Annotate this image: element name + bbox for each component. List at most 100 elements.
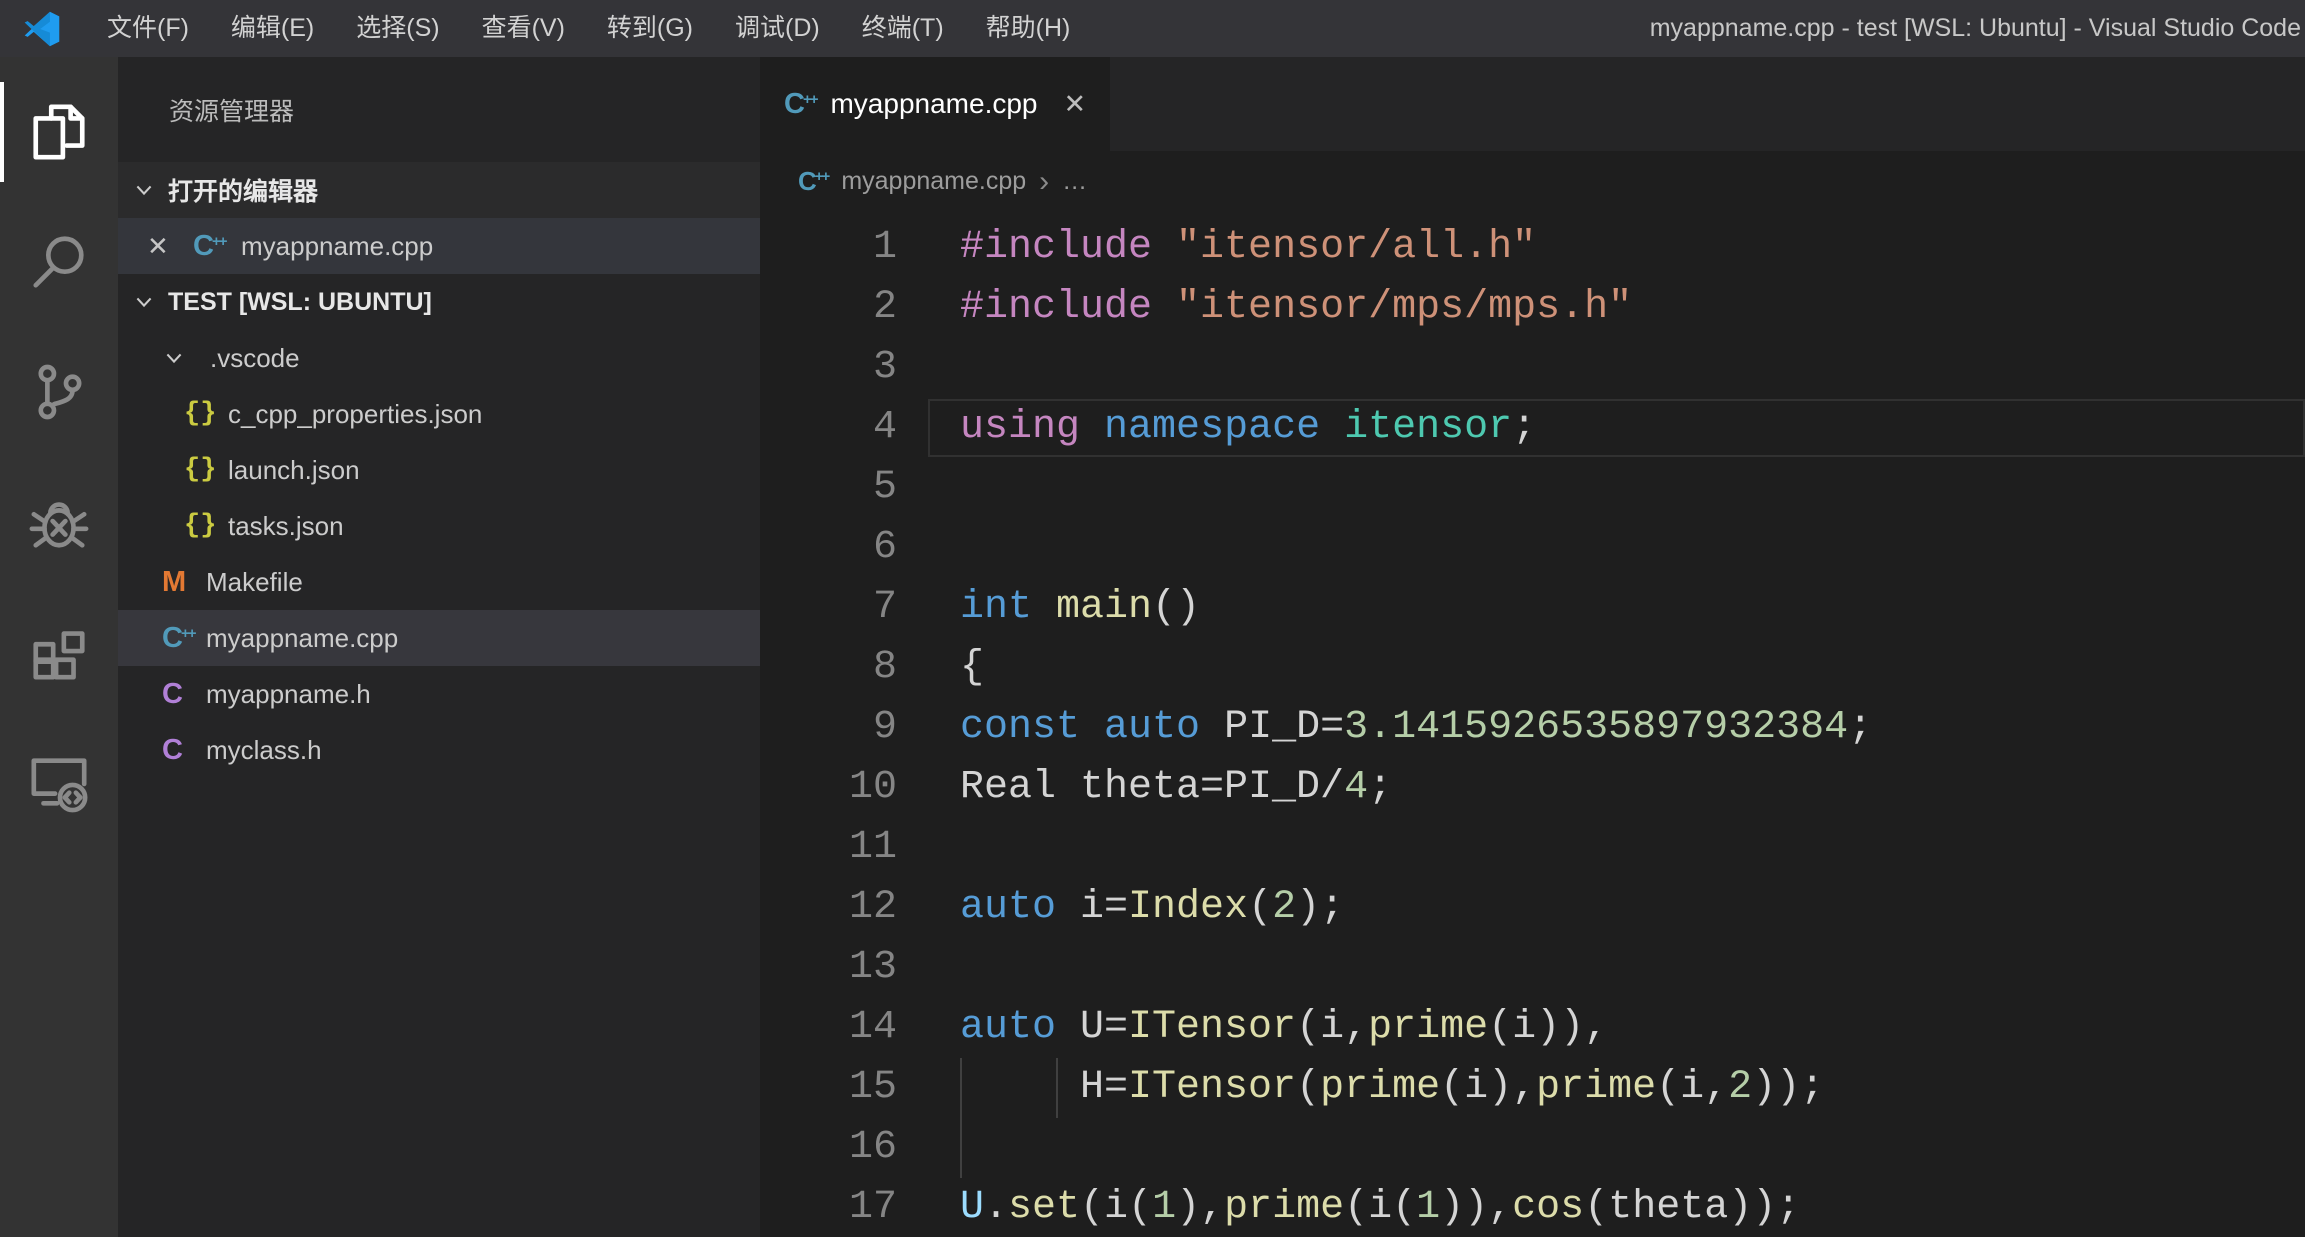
menu-item[interactable]: 转到(G) [586, 0, 714, 57]
json-file-icon: {} [184, 399, 217, 429]
tab-close-icon[interactable]: ✕ [1064, 89, 1087, 120]
explorer-sidebar: 资源管理器 打开的编辑器 ✕ C++ myappname.cpp TEST [WSL… [118, 57, 760, 1237]
breadcrumb: C++ myappname.cpp › … [760, 151, 2305, 212]
tree-item-label: myappname.cpp [206, 622, 399, 653]
tab-myappname-cpp[interactable]: C++ myappname.cpp ✕ [760, 57, 1111, 151]
line-number: 9 [872, 705, 897, 750]
line-number: 4 [872, 405, 897, 450]
tree-item-myappname.cpp[interactable]: C++ myappname.cpp [118, 610, 760, 666]
source-control-icon[interactable] [0, 327, 118, 457]
code-line-16[interactable]: 16 [760, 1118, 2305, 1178]
vscode-logo-icon [24, 11, 60, 46]
code-line-3[interactable]: 3 [760, 338, 2305, 398]
line-number: 6 [872, 525, 897, 570]
open-editors-label: 打开的编辑器 [168, 178, 319, 206]
tree-item-myclass.h[interactable]: Cmyclass.h [118, 722, 760, 778]
code-line-6[interactable]: 6 [760, 518, 2305, 578]
makefile-icon: M [162, 565, 187, 598]
menu-item[interactable]: 调试(D) [714, 0, 841, 57]
tree-item-label: .vscode [210, 342, 300, 373]
tree-item-myappname.h[interactable]: Cmyappname.h [118, 666, 760, 722]
tree-item-tasks.json[interactable]: {} tasks.json [118, 498, 760, 554]
debug-icon[interactable] [0, 457, 118, 587]
cpp-file-icon: C++ [784, 87, 818, 120]
sidebar-title: 资源管理器 [169, 97, 295, 126]
menu-item[interactable]: 终端(T) [841, 0, 965, 57]
code-text: auto i=Index(2); [960, 885, 1345, 930]
breadcrumb-more[interactable]: … [1062, 167, 1087, 196]
menu-item[interactable]: 选择(S) [335, 0, 460, 57]
code-text: { [960, 645, 985, 690]
tree-item-Makefile[interactable]: M Makefile [118, 554, 760, 610]
line-number: 3 [872, 345, 897, 390]
code-text [897, 1118, 962, 1178]
tree-item-label: myclass.h [206, 734, 322, 765]
window-title: myappname.cpp - test [WSL: Ubuntu] - Vis… [1649, 14, 2301, 42]
breadcrumb-file[interactable]: myappname.cpp [841, 167, 1026, 196]
line-number: 11 [848, 825, 897, 870]
breadcrumb-separator-icon: › [1039, 164, 1050, 198]
tree-item-launch.json[interactable]: {} launch.json [118, 442, 760, 498]
tree-item-label: tasks.json [228, 510, 344, 541]
tree-item-c_cpp_properties.json[interactable]: {} c_cpp_properties.json [118, 386, 760, 442]
code-line-13[interactable]: 13 [760, 938, 2305, 998]
menu-item[interactable]: 编辑(E) [210, 0, 335, 57]
code-line-2[interactable]: 2 #include "itensor/mps/mps.h" [760, 278, 2305, 338]
indent-guide [960, 1118, 962, 1178]
code-line-8[interactable]: 8{ [760, 638, 2305, 698]
code-text: #include "itensor/all.h" [960, 225, 1537, 270]
code-line-11[interactable]: 11 [760, 818, 2305, 878]
explorer-icon[interactable] [0, 67, 118, 197]
c-header-file-icon: C [162, 677, 183, 710]
search-icon[interactable] [0, 197, 118, 327]
code-line-10[interactable]: 10 Real theta=PI_D/4; [760, 758, 2305, 818]
line-number: 1 [872, 225, 897, 270]
c-header-file-icon: C [162, 733, 183, 766]
file-tree: .vscode {} c_cpp_properties.json {} launch.j… [118, 330, 760, 1237]
code-line-7[interactable]: 7 int main() [760, 578, 2305, 638]
menu-item[interactable]: 查看(V) [461, 0, 586, 57]
code-line-9[interactable]: 9 const auto PI_D=3.1415926535897932384; [760, 698, 2305, 758]
code-text: Real theta=PI_D/4; [960, 765, 1393, 810]
code-line-17[interactable]: 17 U.set(i(1),prime(i(1)),cos(theta)); [760, 1178, 2305, 1237]
open-editor-item[interactable]: ✕ C++ myappname.cpp [118, 218, 760, 274]
code-text: const auto PI_D=3.1415926535897932384; [960, 705, 1873, 750]
workspace-section-header[interactable]: TEST [WSL: UBUNTU] [118, 274, 760, 330]
line-number: 7 [872, 585, 897, 630]
code-line-1[interactable]: 1 #include "itensor/all.h" [760, 218, 2305, 278]
cpp-file-icon: C++ [193, 229, 227, 262]
json-file-icon: {} [184, 511, 217, 541]
tab-bar: C++ myappname.cpp ✕ [760, 57, 2305, 151]
tree-item-.vscode[interactable]: .vscode [118, 330, 760, 386]
title-bar: 文件(F) 编辑(E) 选择(S) 查看(V) 转到(G) 调试(D) 终端(T) 帮助(H)… [0, 0, 2305, 57]
remote-explorer-icon[interactable] [0, 717, 118, 847]
menu-item[interactable]: 帮助(H) [965, 0, 1092, 57]
line-number: 16 [848, 1125, 897, 1170]
code-text: using namespace itensor; [960, 405, 1537, 450]
open-editor-label: myappname.cpp [241, 230, 434, 261]
code-line-15[interactable]: 15 H=ITensor(prime(i),prime(i,2)); [760, 1058, 2305, 1118]
extensions-icon[interactable] [0, 587, 118, 717]
indent-guide [1056, 1058, 1059, 1118]
code-line-14[interactable]: 14 auto U=ITensor(i,prime(i)), [760, 998, 2305, 1058]
line-number: 8 [872, 645, 897, 690]
code-text: int main() [960, 585, 1201, 630]
code-area[interactable]: 1 #include "itensor/all.h" 2 #include "iten… [760, 212, 2305, 1237]
line-number: 12 [848, 885, 897, 930]
code-line-4[interactable]: 4 using namespace itensor; [760, 398, 2305, 458]
tree-item-label: myappname.h [206, 678, 371, 709]
line-number: 15 [848, 1065, 897, 1110]
indent-guide [960, 1058, 962, 1118]
close-icon[interactable]: ✕ [147, 231, 177, 262]
tree-item-label: launch.json [228, 454, 360, 485]
code-line-12[interactable]: 12 auto i=Index(2); [760, 878, 2305, 938]
open-editors-section-header[interactable]: 打开的编辑器 [118, 162, 760, 218]
vscode-window: 文件(F) 编辑(E) 选择(S) 查看(V) 转到(G) 调试(D) 终端(T) 帮助(H)… [0, 0, 2305, 1237]
chevron-down-icon [136, 297, 152, 308]
menu-item[interactable]: 文件(F) [86, 0, 210, 57]
code-line-5[interactable]: 5 [760, 458, 2305, 518]
line-number: 17 [848, 1185, 897, 1230]
